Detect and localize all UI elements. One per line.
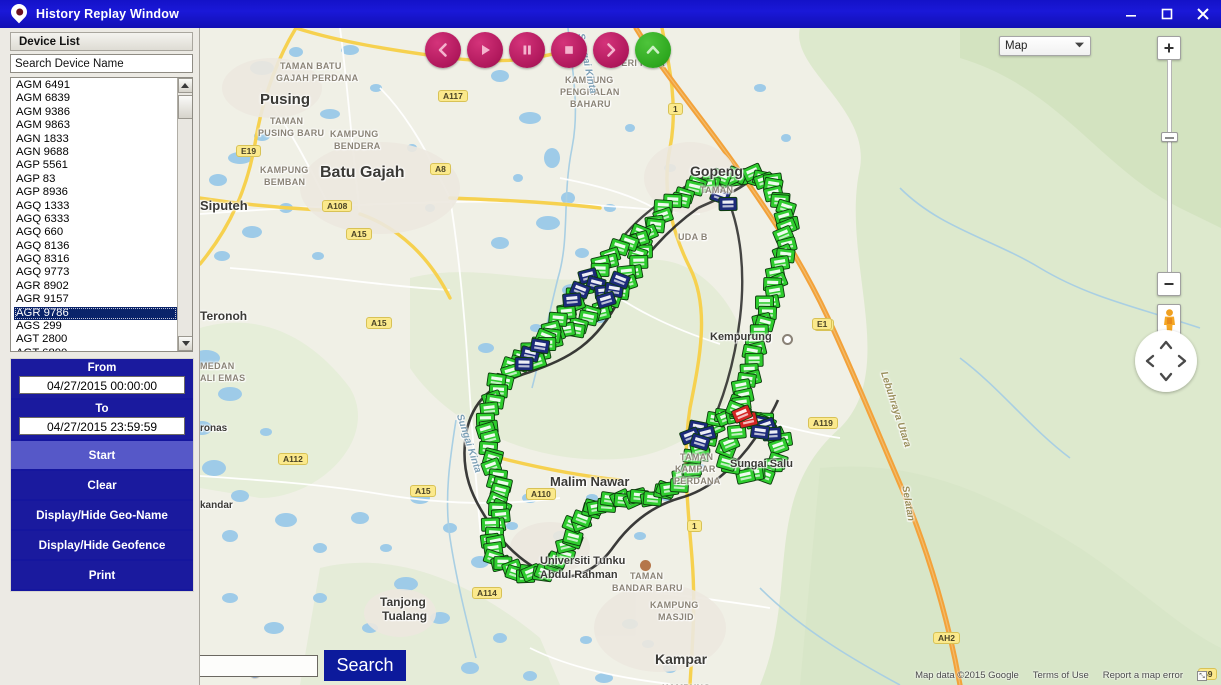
device-list-box[interactable]: AGM 6491 AGM 6839 AGM 9386 AGM 9863 AGN 1833… xyxy=(10,77,193,352)
playback-play-button[interactable] xyxy=(467,32,503,68)
from-section: From 04/27/2015 00:00:00 xyxy=(11,359,193,398)
device-list-item[interactable]: AGM 6491 xyxy=(14,79,177,92)
attribution-map-data: Map data ©2015 Google xyxy=(915,670,1019,681)
attribution-report-link[interactable]: Report a map error xyxy=(1103,670,1183,681)
road-shield: A15 xyxy=(366,317,392,329)
device-list-item[interactable]: AGQ 660 xyxy=(14,226,177,239)
search-device-value: Search Device Name xyxy=(15,57,124,70)
map-search-button[interactable]: Search xyxy=(324,650,406,681)
scroll-up-button[interactable] xyxy=(177,78,192,93)
road-shield: E19 xyxy=(236,145,262,157)
window-controls xyxy=(1113,0,1221,28)
zoom-slider-thumb[interactable] xyxy=(1161,132,1178,142)
map-type-value: Map xyxy=(1005,40,1028,52)
close-button[interactable] xyxy=(1185,0,1221,28)
road-shield: AH2 xyxy=(933,632,961,644)
device-list-item[interactable]: AGR 9786 xyxy=(14,306,177,321)
device-list-item[interactable]: AGP 8936 xyxy=(14,186,177,199)
zoom-out-button[interactable] xyxy=(1157,272,1181,296)
from-datetime-field[interactable]: 04/27/2015 00:00:00 xyxy=(19,376,185,394)
road-shield: A114 xyxy=(472,587,502,599)
playback-controls xyxy=(425,32,671,68)
location-pin-icon xyxy=(7,0,31,25)
maximize-button[interactable] xyxy=(1149,0,1185,28)
window-title: History Replay Window xyxy=(36,7,179,21)
road-shield: A117 xyxy=(438,90,468,102)
history-track-overlay xyxy=(463,162,800,584)
display-hide-geo-name-button[interactable]: Display/Hide Geo-Name xyxy=(11,501,193,529)
road-shield: A15 xyxy=(346,228,372,240)
device-list-item[interactable]: AGR 8902 xyxy=(14,280,177,293)
road-shield: 1 xyxy=(668,103,683,115)
device-list-item[interactable]: AGN 9688 xyxy=(14,146,177,159)
device-list-item[interactable]: AGM 6839 xyxy=(14,92,177,105)
device-list-item[interactable]: AGQ 8316 xyxy=(14,253,177,266)
map-bottom-bar: Google Search Map data ©2015 Google Term… xyxy=(200,645,1221,685)
scroll-down-button[interactable] xyxy=(178,336,192,351)
road-shield: A112 xyxy=(278,453,308,465)
history-replay-window: History Replay Window Device List Search… xyxy=(0,0,1221,685)
playback-previous-button[interactable] xyxy=(425,32,461,68)
device-list-item[interactable]: AGM 9386 xyxy=(14,106,177,119)
from-label: From xyxy=(87,362,117,374)
road-shield: A110 xyxy=(526,488,556,500)
device-panel: Device List Search Device Name AGM 6491 A… xyxy=(0,28,200,685)
playback-stop-button[interactable] xyxy=(551,32,587,68)
road-shield: A8 xyxy=(430,163,451,175)
device-list-item[interactable]: AGQ 9773 xyxy=(14,266,177,279)
device-list-scrollbar[interactable] xyxy=(177,78,192,351)
start-button[interactable]: Start xyxy=(11,441,193,469)
poi-marker-kempurung xyxy=(782,334,793,345)
pan-control-icon[interactable] xyxy=(1135,330,1197,392)
zoom-in-button[interactable] xyxy=(1157,36,1181,60)
print-button[interactable]: Print xyxy=(11,561,193,589)
to-section: To 04/27/2015 23:59:59 xyxy=(11,400,193,439)
window-title-bar: History Replay Window xyxy=(0,0,1221,28)
poi-marker-university xyxy=(640,560,651,571)
device-list-title: Device List xyxy=(19,35,80,48)
device-list[interactable]: AGM 6491 AGM 6839 AGM 9386 AGM 9863 AGN 1833… xyxy=(11,78,177,351)
replay-controls: From 04/27/2015 00:00:00 To 04/27/2015 2… xyxy=(10,358,194,592)
to-datetime-field[interactable]: 04/27/2015 23:59:59 xyxy=(19,417,185,435)
map-attribution: Map data ©2015 Google Terms of Use Repor… xyxy=(915,670,1207,681)
device-list-item[interactable]: AGS 299 xyxy=(14,320,177,333)
road-shield: A119 xyxy=(808,417,838,429)
road-shield: 1 xyxy=(687,520,702,532)
scroll-thumb[interactable] xyxy=(178,95,192,119)
playback-collapse-button[interactable] xyxy=(635,32,671,68)
playback-next-button[interactable] xyxy=(593,32,629,68)
zoom-slider-track[interactable] xyxy=(1167,60,1172,272)
device-list-item[interactable]: AGM 9863 xyxy=(14,119,177,132)
map-type-selector[interactable]: Map xyxy=(999,36,1091,56)
device-list-item[interactable]: AGP 5561 xyxy=(14,159,177,172)
device-list-header: Device List xyxy=(10,32,193,51)
road-shield: A108 xyxy=(322,200,353,212)
playback-pause-button[interactable] xyxy=(509,32,545,68)
clear-button[interactable]: Clear xyxy=(11,471,193,499)
attribution-terms-link[interactable]: Terms of Use xyxy=(1033,670,1089,681)
device-list-item[interactable]: AGR 9157 xyxy=(14,293,177,306)
search-device-input[interactable]: Search Device Name xyxy=(10,54,193,73)
device-list-item[interactable]: AGQ 1333 xyxy=(14,200,177,213)
device-list-item[interactable]: AGT 6800 xyxy=(14,347,177,351)
display-hide-geofence-button[interactable]: Display/Hide Geofence xyxy=(11,531,193,559)
to-label: To xyxy=(95,403,109,415)
chevron-down-icon xyxy=(1074,40,1085,52)
device-list-item[interactable]: AGN 1833 xyxy=(14,133,177,146)
device-list-item[interactable]: AGT 2800 xyxy=(14,333,177,346)
attribution-expand-icon[interactable]: ⤡ xyxy=(1197,670,1207,681)
road-shield: A15 xyxy=(410,485,436,497)
device-list-item[interactable]: AGP 83 xyxy=(14,173,177,186)
map-search-input[interactable] xyxy=(200,655,318,677)
device-list-item[interactable]: AGQ 6333 xyxy=(14,213,177,226)
minimize-button[interactable] xyxy=(1113,0,1149,28)
road-shield: E1 xyxy=(812,318,833,330)
map-viewport[interactable]: Pusing Batu Gajah Siputeh Teronoh Gopeng Kamp… xyxy=(200,28,1221,685)
zoom-control xyxy=(1157,36,1181,338)
device-list-item[interactable]: AGQ 8136 xyxy=(14,240,177,253)
